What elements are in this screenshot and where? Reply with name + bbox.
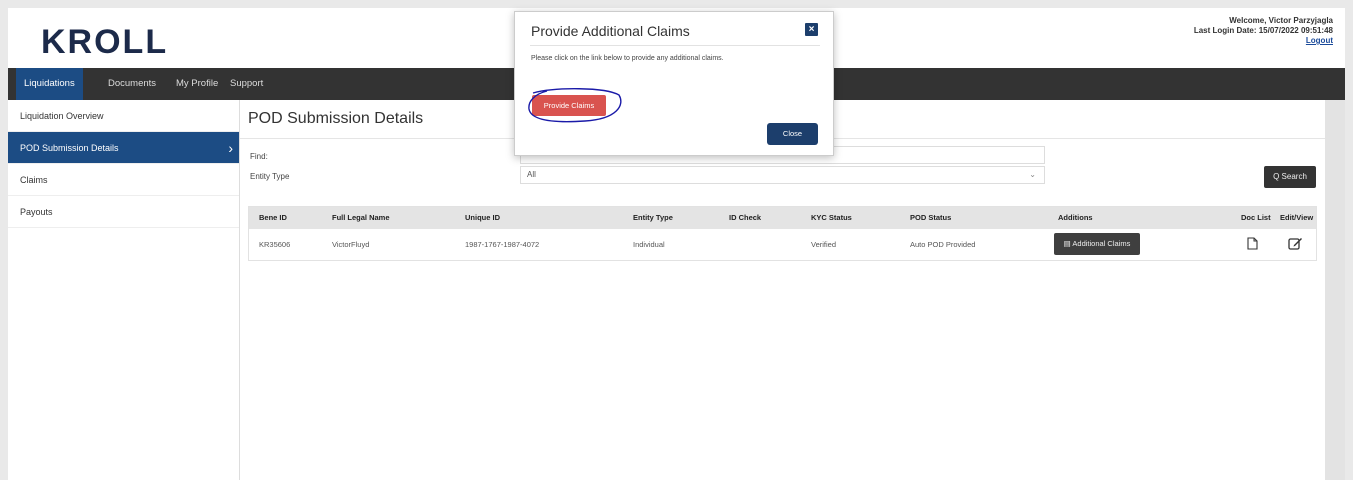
close-button[interactable]: Close (767, 123, 818, 145)
modal-divider (530, 45, 820, 46)
provide-claims-button[interactable]: Provide Claims (532, 95, 606, 116)
close-icon[interactable]: × (805, 23, 818, 36)
provide-claims-modal: Provide Additional Claims × Please click… (514, 11, 834, 156)
modal-title: Provide Additional Claims (531, 23, 690, 39)
modal-text: Please click on the link below to provid… (531, 55, 724, 62)
